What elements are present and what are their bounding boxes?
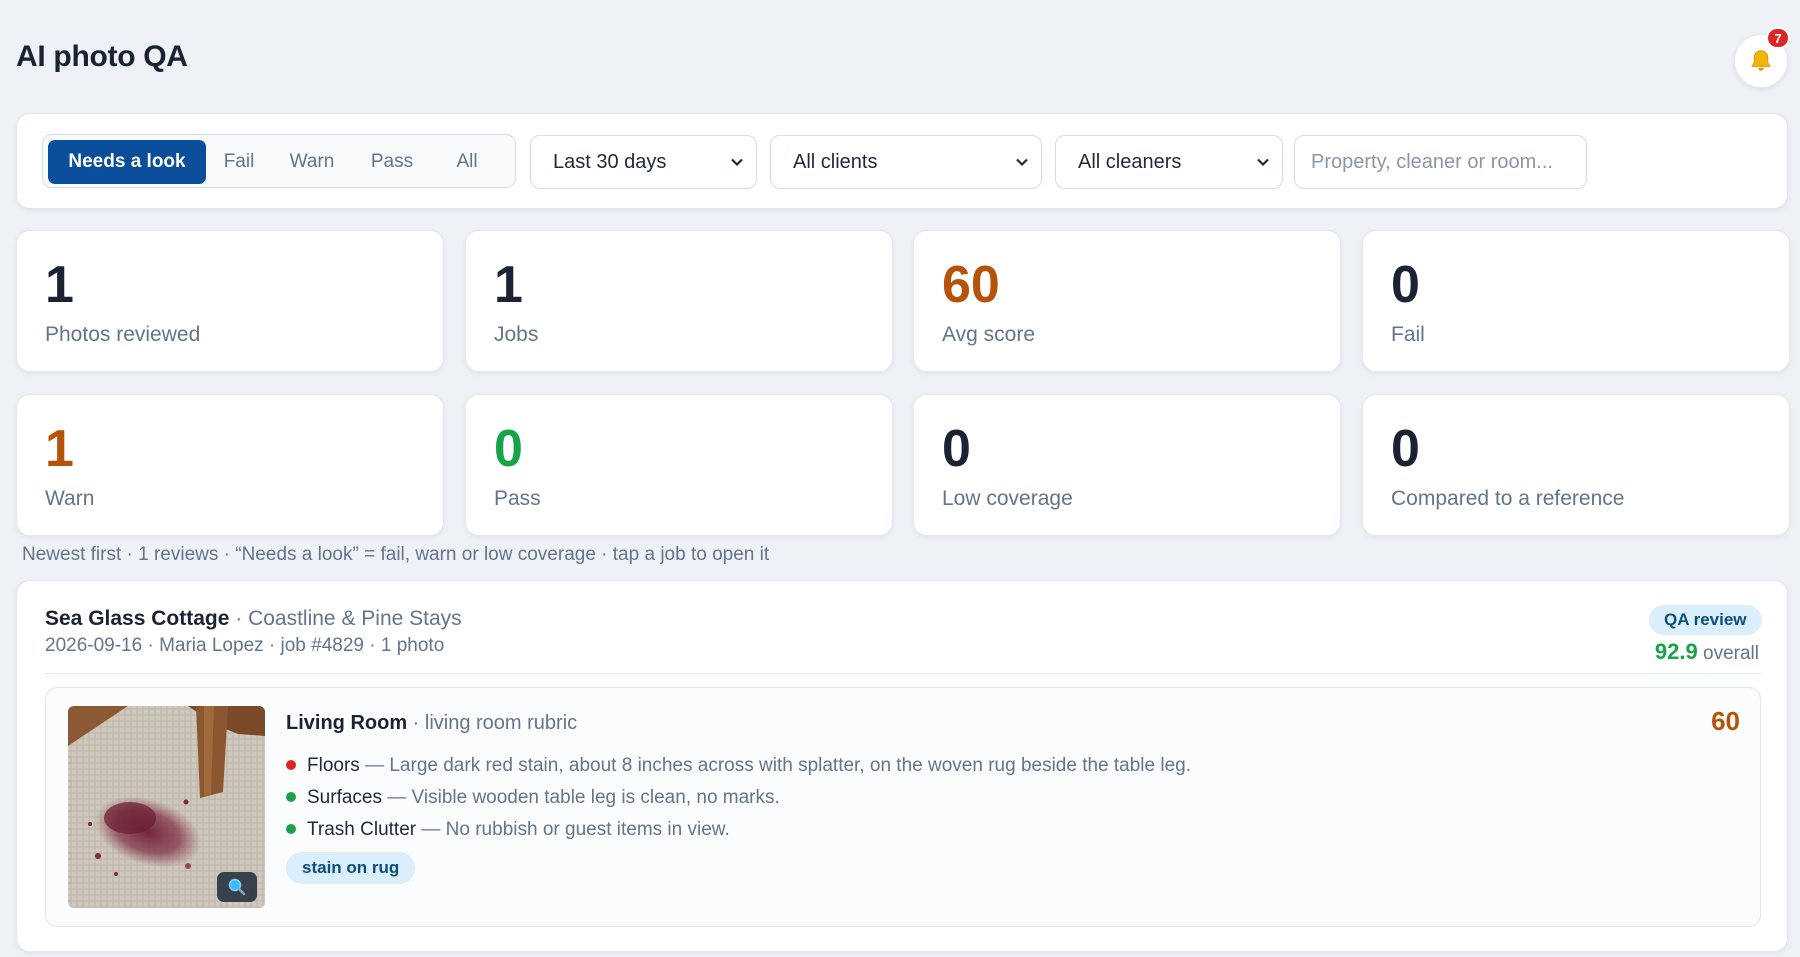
client-name: · Coastline & Pine Stays [229,607,462,630]
overall-score-value: 92.9 [1654,639,1698,664]
zoom-button[interactable] [217,872,257,902]
stat-label: Low coverage [942,487,1073,510]
stat-value: 0 [494,420,523,478]
client-value: All clients [793,151,878,173]
filter-bar: Needs a look Fail Warn Pass All Last 30 … [16,113,1788,209]
findings-list: Floors — Large dark red stain, about 8 i… [286,750,1191,846]
finding-name: Floors [307,755,360,776]
stat-label: Pass [494,487,541,510]
stat-label: Photos reviewed [45,323,201,346]
stat-card-pass: 0 Pass [465,394,893,536]
job-meta: 2026-09-16 · Maria Lopez · job #4829 · 1… [45,635,445,656]
photo-review-card: Living Room · living room rubric 60 Floo… [45,687,1761,927]
stat-label: Compared to a reference [1391,487,1625,510]
stat-value: 0 [1391,420,1420,478]
tab-needs-a-look[interactable]: Needs a look [48,140,206,184]
stat-card-jobs: 1 Jobs [465,230,893,372]
search-input[interactable] [1294,135,1587,189]
status-dot-pass [286,824,296,834]
tab-pass[interactable]: Pass [357,140,427,184]
notification-count-badge: 7 [1766,27,1790,49]
divider [45,673,1761,674]
photo-thumbnail[interactable] [68,706,265,908]
stat-card-photos-reviewed: 1 Photos reviewed [16,230,444,372]
page-title: AI photo QA [16,40,188,73]
stat-value: 1 [45,420,74,478]
overall-score-label: overall [1697,643,1759,664]
chevron-down-icon [1257,158,1269,167]
finding-name: Surfaces [307,787,382,808]
stat-label: Jobs [494,323,539,346]
stat-label: Avg score [942,323,1035,346]
tab-fail[interactable]: Fail [211,140,267,184]
property-name: Sea Glass Cottage [45,607,230,630]
stat-value: 1 [45,256,74,314]
status-dot-pass [286,792,296,802]
tab-all[interactable]: All [436,140,498,184]
date-range-select[interactable]: Last 30 days [530,135,757,189]
stat-card-avg-score: 60 Avg score [913,230,1341,372]
cleaner-select[interactable]: All cleaners [1055,135,1283,189]
stat-value: 0 [942,420,971,478]
finding-item: Floors — Large dark red stain, about 8 i… [286,750,1191,782]
qa-review-badge: QA review [1649,605,1762,635]
finding-item: Surfaces — Visible wooden table leg is c… [286,782,1191,814]
cleaner-value: All cleaners [1078,151,1182,173]
job-header: Sea Glass Cottage · Coastline & Pine Sta… [45,607,462,631]
rubric-name: · living room rubric [407,712,578,734]
date-range-value: Last 30 days [553,151,667,173]
finding-description: — Visible wooden table leg is clean, no … [381,787,780,808]
stat-card-low-coverage: 0 Low coverage [913,394,1341,536]
stat-label: Warn [45,487,95,510]
finding-description: — No rubbish or guest items in view. [416,819,730,840]
room-name: Living Room [286,712,408,734]
photo-score: 60 [1711,706,1740,736]
results-summary: Newest first · 1 reviews · “Needs a look… [22,544,770,565]
client-select[interactable]: All clients [770,135,1042,189]
tab-warn[interactable]: Warn [277,140,347,184]
stat-card-warn: 1 Warn [16,394,444,536]
overall-score: 92.9 overall [1655,639,1759,665]
status-segmented-control: Needs a look Fail Warn Pass All [42,134,516,188]
stat-card-compared-to-reference: 0 Compared to a reference [1362,394,1790,536]
room-title: Living Room · living room rubric [286,712,577,735]
stat-label: Fail [1391,323,1425,346]
stat-value: 1 [494,256,523,314]
stat-value: 60 [942,256,1000,314]
stat-value: 0 [1391,256,1420,314]
job-card[interactable]: Sea Glass Cottage · Coastline & Pine Sta… [16,580,1788,952]
stat-card-fail: 0 Fail [1362,230,1790,372]
finding-item: Trash Clutter — No rubbish or guest item… [286,814,1191,846]
finding-description: — Large dark red stain, about 8 inches a… [359,755,1192,776]
chevron-down-icon [1016,158,1028,167]
bell-icon [1751,50,1771,71]
issue-tag: stain on rug [286,852,416,884]
chevron-down-icon [731,158,743,167]
magnifier-icon [228,878,246,896]
status-dot-fail [286,760,296,770]
finding-name: Trash Clutter [307,819,417,840]
